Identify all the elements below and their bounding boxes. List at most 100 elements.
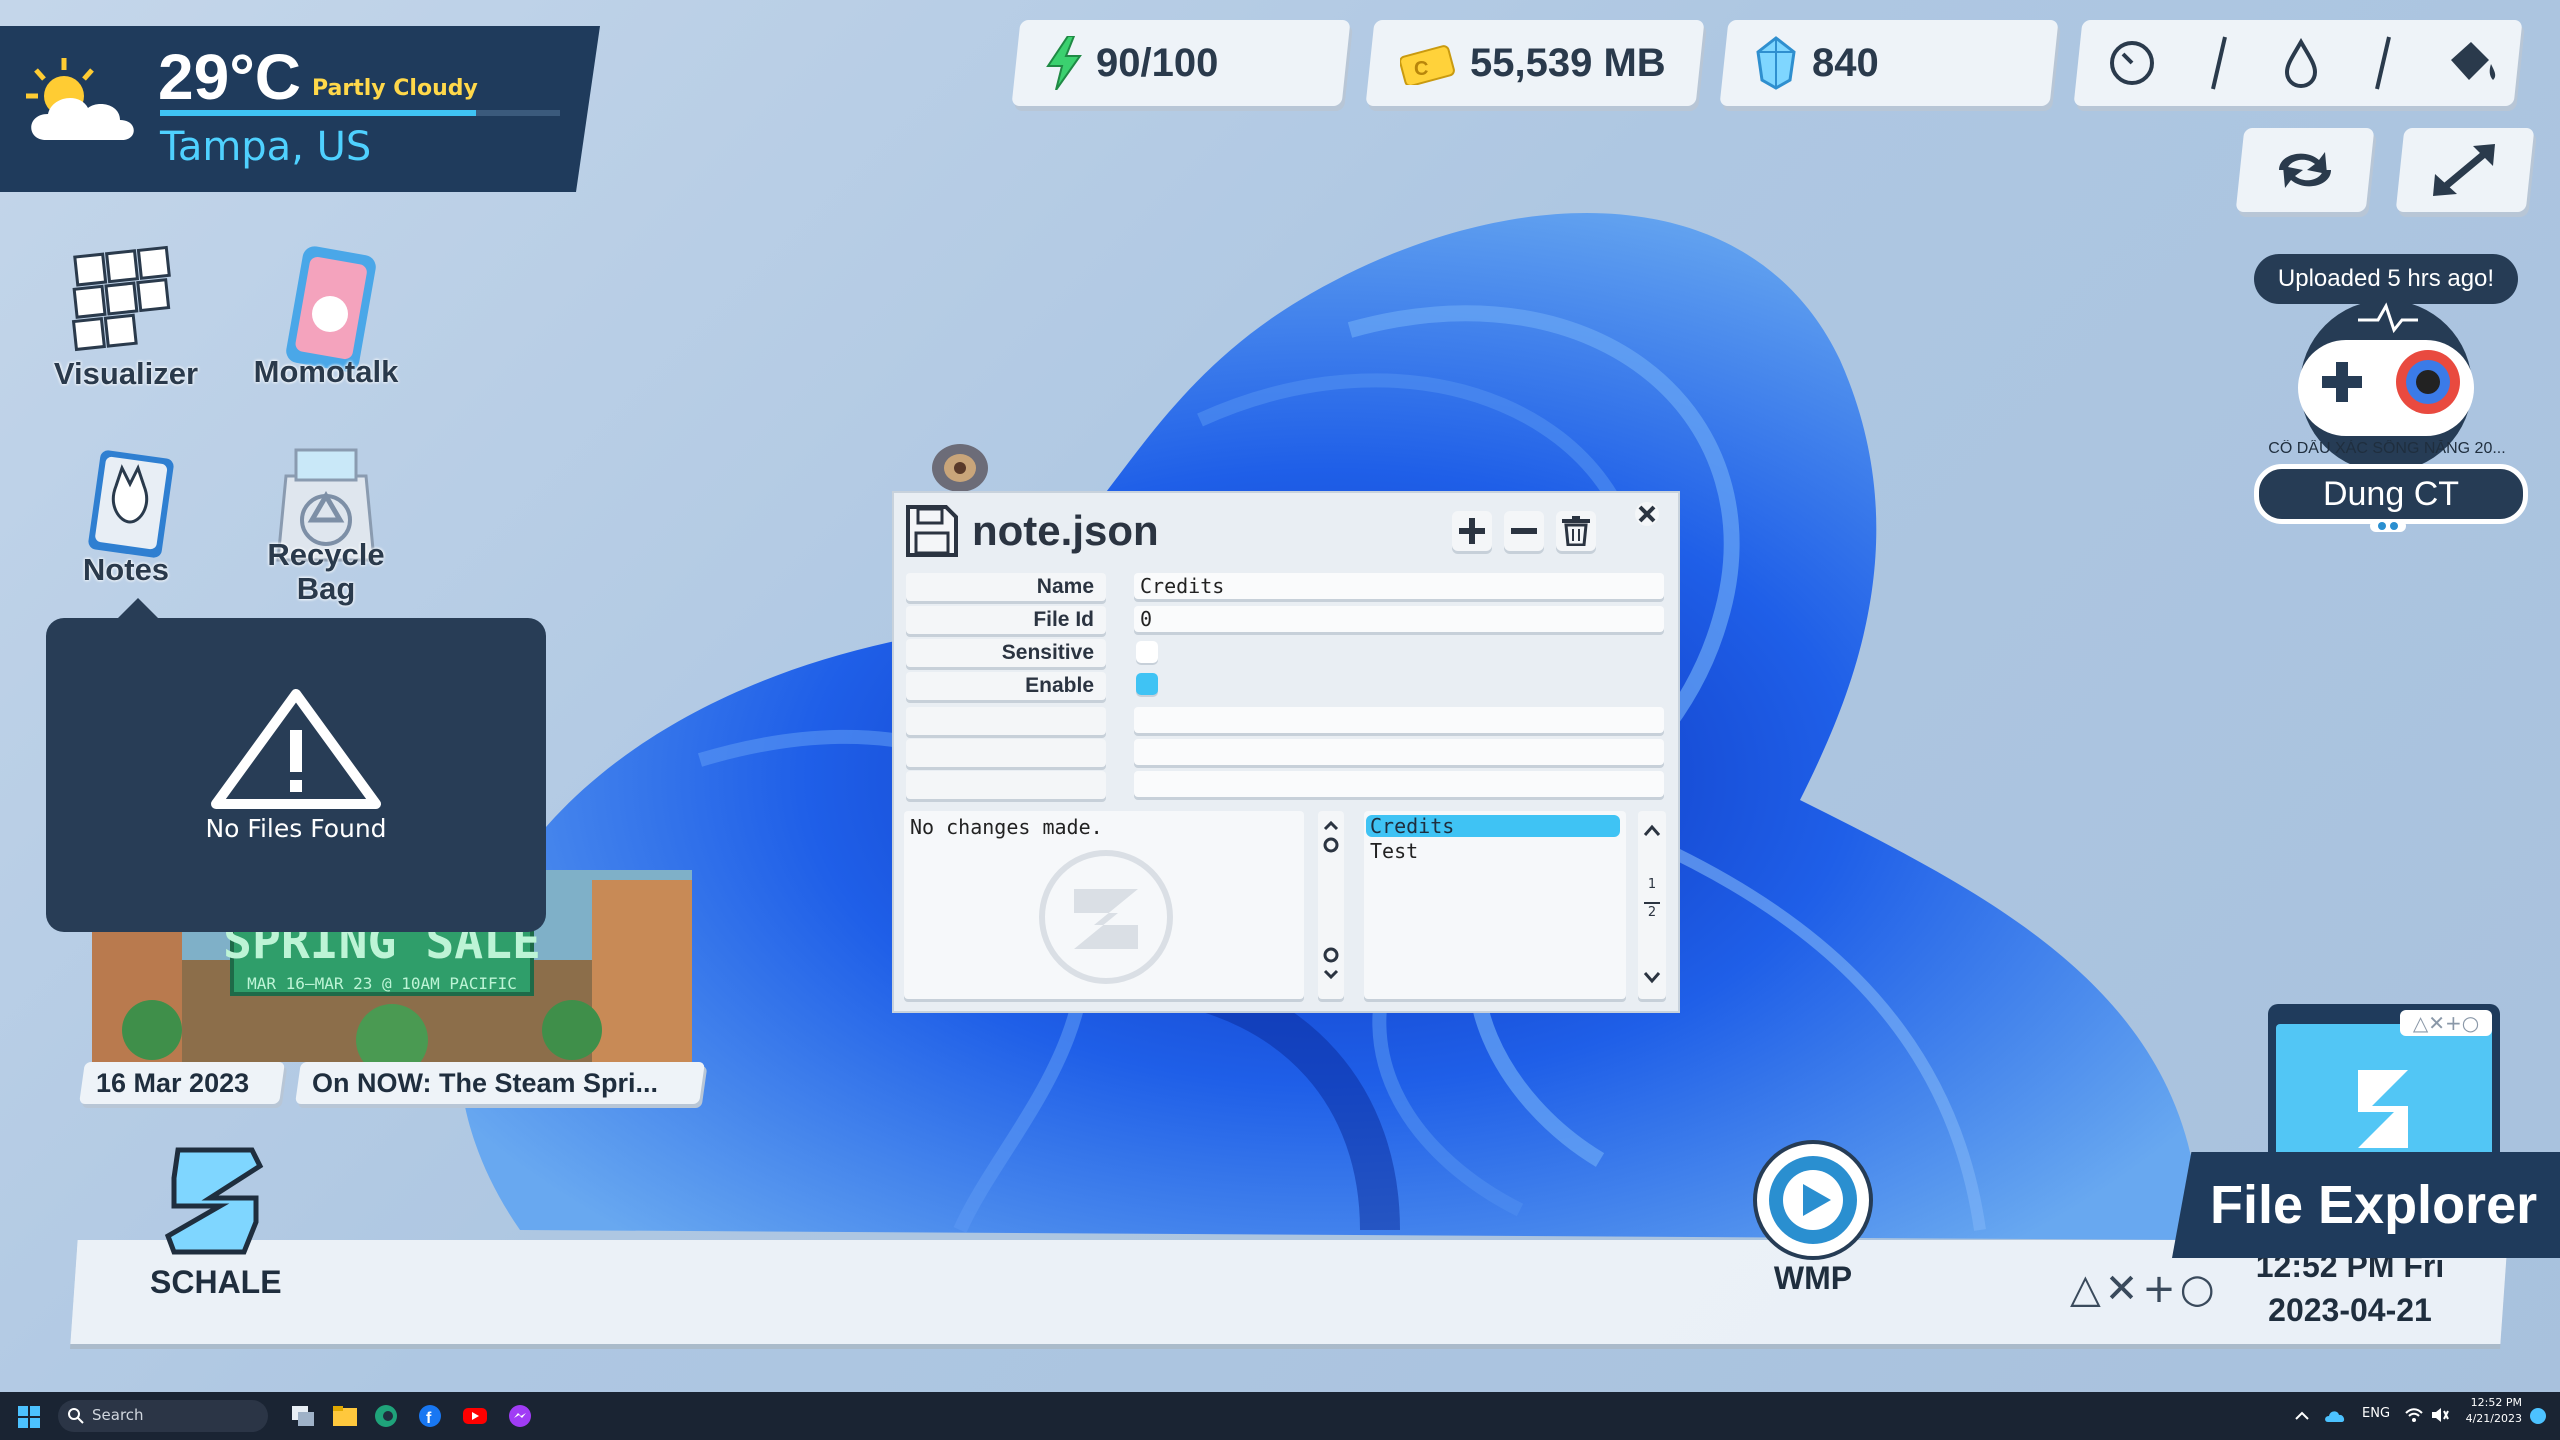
schale-logo-icon [164, 1147, 264, 1255]
gems-stat[interactable]: 840 [1719, 20, 2059, 106]
language-indicator[interactable]: ENG [2362, 1406, 2390, 1421]
page-number: 1 [1647, 877, 1657, 892]
delete-button[interactable] [1556, 511, 1596, 551]
windows-taskbar: Search f ENG 12:52 PM 4/21/2023 [0, 1392, 2560, 1440]
scroll-controls-icon [1323, 820, 1339, 980]
name-field[interactable]: Credits [1134, 573, 1664, 599]
paint-bucket-icon[interactable] [2445, 38, 2499, 88]
svg-text:f: f [426, 1410, 432, 1427]
dock-app-label: WMP [1773, 1260, 1853, 1296]
taskbar-search[interactable]: Search [58, 1400, 268, 1432]
gems-value: 840 [1812, 40, 1879, 85]
weather-bar-fill [160, 110, 476, 116]
speed-icon[interactable] [2107, 38, 2157, 88]
desktop-icon-recycle-bag[interactable]: Recycle Bag [226, 436, 426, 606]
youtube-icon[interactable] [462, 1404, 488, 1428]
dock-app-label: SCHALE [150, 1264, 282, 1300]
dock-app-schale[interactable]: SCHALE [150, 1140, 282, 1301]
file-explorer-folder[interactable]: △✕+○ [2268, 1004, 2500, 1170]
enable-checkbox[interactable] [1136, 673, 1158, 695]
notebook-icon [88, 450, 174, 558]
file-list[interactable]: Credits Test [1364, 811, 1626, 999]
warning-icon [211, 689, 381, 809]
refresh-icon [2279, 152, 2331, 188]
log-text: No changes made. [910, 815, 1103, 839]
empty-field[interactable] [1134, 739, 1664, 765]
onedrive-icon[interactable] [2324, 1406, 2346, 1424]
steam-headline-text: On NOW: The Steam Spri... [312, 1068, 659, 1098]
water-drop-icon[interactable] [2281, 38, 2321, 88]
storage-stat[interactable]: C 55,539 MB [1365, 20, 1705, 106]
dock-app-wmp[interactable]: WMP [1748, 1138, 1878, 1297]
energy-stat[interactable]: 90/100 [1011, 20, 1351, 106]
fullscreen-button[interactable] [2395, 128, 2535, 212]
character-sprite[interactable] [924, 434, 994, 494]
close-icon[interactable] [1634, 501, 1660, 527]
folder-tag: △✕+○ [2400, 1010, 2492, 1036]
desktop-icon-label: Recycle Bag [267, 537, 385, 606]
crystal-icon [1756, 36, 1796, 90]
fileid-field[interactable]: 0 [1134, 606, 1664, 632]
no-files-popup: No Files Found [46, 618, 546, 932]
desktop-icon-label: Notes [82, 552, 170, 587]
sensitive-checkbox[interactable] [1136, 641, 1158, 663]
list-item[interactable]: Test [1370, 839, 1418, 863]
enable-label: Enable [906, 672, 1106, 700]
page-number: 2 [1647, 905, 1657, 920]
phone-icon [286, 246, 376, 372]
taskbar-time[interactable]: 12:52 PM [2462, 1396, 2522, 1409]
notification-icon[interactable] [2528, 1406, 2548, 1426]
wifi-icon[interactable] [2404, 1406, 2424, 1424]
file-explorer-banner[interactable]: File Explorer [2172, 1152, 2560, 1258]
carousel-dots[interactable] [2368, 518, 2408, 534]
fullscreen-icon [2433, 144, 2495, 196]
divider [2375, 36, 2391, 90]
weather-location: Tampa, US [160, 124, 372, 170]
desktop-icon-momotalk[interactable]: Momotalk [226, 244, 426, 390]
name-label: Name [906, 573, 1106, 601]
add-button[interactable] [1452, 511, 1492, 551]
edge-icon[interactable] [374, 1404, 398, 1428]
remove-button[interactable] [1504, 511, 1544, 551]
refresh-button[interactable] [2235, 128, 2375, 212]
file-explorer-taskbar-icon[interactable] [332, 1404, 358, 1428]
empty-label [906, 771, 1106, 799]
weather-condition: Partly Cloudy [312, 76, 478, 101]
svg-text:C: C [1414, 58, 1428, 80]
plus-icon [1459, 518, 1485, 544]
task-view-icon[interactable] [290, 1404, 316, 1428]
steam-date-text: 16 Mar 2023 [96, 1068, 250, 1098]
trash-icon [1562, 516, 1590, 546]
divider [2211, 36, 2227, 90]
popup-pointer [116, 598, 160, 620]
facebook-icon[interactable]: f [418, 1404, 442, 1428]
temperature: 29°C [158, 41, 301, 113]
volume-icon[interactable] [2430, 1406, 2450, 1424]
desktop-icon-notes[interactable]: Notes [26, 446, 226, 588]
note-json-dialog[interactable]: note.json Name Credits File Id 0 Sensiti… [892, 491, 1680, 1013]
taskbar-date[interactable]: 4/21/2023 [2456, 1412, 2522, 1425]
now-playing-track: CÔ DÂU XÁC SỐNG NĂNG 20... [2268, 440, 2506, 457]
partly-cloudy-icon [26, 58, 134, 140]
list-scrollbar[interactable]: 1 2 [1638, 811, 1666, 999]
dock-clock-date: 2023-04-21 [2268, 1292, 2432, 1328]
search-placeholder: Search [92, 1406, 144, 1424]
popup-message: No Files Found [205, 814, 387, 843]
chevron-up-icon[interactable] [2294, 1408, 2310, 1424]
schale-folder-icon [2358, 1070, 2408, 1148]
steam-banner-subtitle: MAR 16–MAR 23 @ 10AM PACIFIC [247, 974, 517, 993]
list-item-selected[interactable]: Credits [1366, 815, 1620, 837]
windows-start-icon[interactable] [18, 1406, 40, 1428]
profile-username[interactable]: Dung CT [2254, 464, 2528, 524]
messenger-icon[interactable] [508, 1404, 532, 1428]
log-area[interactable]: No changes made. [904, 811, 1304, 999]
file-explorer-label: File Explorer [2210, 1175, 2538, 1235]
log-scrollbar[interactable] [1318, 811, 1344, 999]
steam-news-headline[interactable]: On NOW: The Steam Spri... [295, 1062, 705, 1104]
credit-ticket-icon: C [1400, 45, 1455, 85]
dialog-title: note.json [972, 507, 1159, 554]
desktop-icon-visualizer[interactable]: Visualizer [26, 244, 226, 392]
empty-field[interactable] [1134, 771, 1664, 797]
empty-field[interactable] [1134, 707, 1664, 733]
schale-watermark [1039, 850, 1173, 984]
